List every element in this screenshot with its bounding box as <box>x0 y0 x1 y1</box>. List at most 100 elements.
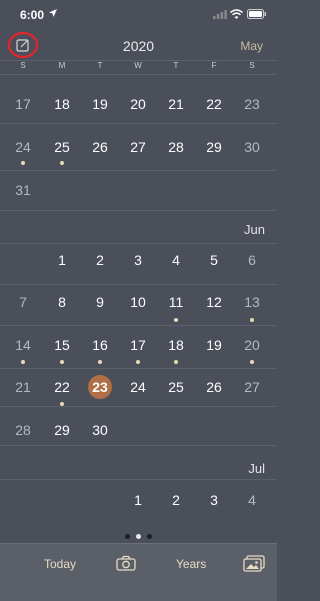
calendar-day[interactable]: 24 <box>123 379 153 395</box>
entry-dot <box>136 360 140 364</box>
divider <box>0 406 277 407</box>
month-label-june[interactable]: Jun <box>244 222 265 237</box>
calendar-day[interactable]: 27 <box>237 379 267 395</box>
entry-dot <box>250 360 254 364</box>
calendar-day[interactable]: 27 <box>123 139 153 155</box>
page-dot <box>147 534 152 539</box>
calendar-day[interactable]: 2 <box>161 492 191 508</box>
entry-dot <box>60 161 64 165</box>
weekday-label: T <box>173 61 179 70</box>
calendar-day[interactable]: 21 <box>8 379 38 395</box>
calendar-day[interactable]: 26 <box>85 139 115 155</box>
calendar-day[interactable]: 13 <box>237 294 267 310</box>
calendar-day[interactable]: 6 <box>237 252 267 268</box>
divider <box>0 243 277 244</box>
divider <box>0 284 277 285</box>
gallery-icon[interactable] <box>243 555 265 572</box>
calendar-day[interactable]: 7 <box>8 294 38 310</box>
calendar-day[interactable]: 25 <box>161 379 191 395</box>
divider <box>0 170 277 171</box>
calendar-day[interactable]: 17 <box>123 337 153 353</box>
divider <box>0 74 277 75</box>
calendar-day[interactable]: 12 <box>199 294 229 310</box>
month-link-may[interactable]: May <box>240 39 263 53</box>
entry-dot <box>60 402 64 406</box>
calendar-day[interactable]: 22 <box>199 96 229 112</box>
calendar-day[interactable]: 21 <box>161 96 191 112</box>
month-label-july[interactable]: Jul <box>248 461 265 476</box>
camera-icon[interactable] <box>116 555 136 571</box>
calendar-day[interactable]: 22 <box>47 379 77 395</box>
calendar-day[interactable]: 1 <box>123 492 153 508</box>
calendar-day[interactable]: 10 <box>123 294 153 310</box>
page-dot-active <box>136 534 141 539</box>
battery-icon <box>247 9 266 19</box>
calendar-day[interactable]: 26 <box>199 379 229 395</box>
calendar-day[interactable]: 31 <box>8 182 38 198</box>
divider <box>0 368 277 369</box>
weekday-label: F <box>211 61 217 70</box>
status-bar: 6:00 <box>0 0 277 30</box>
divider <box>0 479 277 480</box>
calendar-day[interactable]: 9 <box>85 294 115 310</box>
today-button[interactable]: Today <box>44 557 76 571</box>
calendar-day[interactable]: 15 <box>47 337 77 353</box>
weekday-label: S <box>249 61 255 70</box>
years-button[interactable]: Years <box>176 557 206 571</box>
entry-dot <box>174 360 178 364</box>
weekday-label: T <box>97 61 103 70</box>
divider <box>0 60 277 61</box>
calendar-day[interactable]: 17 <box>8 96 38 112</box>
calendar-day[interactable]: 3 <box>123 252 153 268</box>
calendar-day[interactable]: 19 <box>85 96 115 112</box>
weekday-header: S M T W T F S <box>0 61 277 73</box>
year-title: 2020 <box>122 38 155 54</box>
entry-dot <box>98 360 102 364</box>
calendar-day[interactable]: 24 <box>8 139 38 155</box>
calendar-day[interactable]: 2 <box>85 252 115 268</box>
calendar-day[interactable]: 30 <box>85 422 115 438</box>
weekday-label: W <box>134 61 142 70</box>
calendar-day[interactable]: 14 <box>8 337 38 353</box>
calendar-day[interactable]: 18 <box>47 96 77 112</box>
calendar-day[interactable]: 18 <box>161 337 191 353</box>
entry-dot <box>60 360 64 364</box>
page-indicator[interactable] <box>0 526 277 544</box>
calendar-day[interactable]: 20 <box>237 337 267 353</box>
signal-icon <box>213 10 227 19</box>
calendar-day[interactable]: 5 <box>199 252 229 268</box>
calendar-day[interactable]: 11 <box>161 294 191 310</box>
divider <box>0 325 277 326</box>
entry-dot <box>21 161 25 165</box>
calendar-day[interactable]: 4 <box>161 252 191 268</box>
calendar-day[interactable]: 29 <box>199 139 229 155</box>
location-arrow-icon <box>49 9 57 17</box>
calendar-day[interactable]: 28 <box>161 139 191 155</box>
calendar-day[interactable]: 8 <box>47 294 77 310</box>
calendar-day[interactable]: 4 <box>237 492 267 508</box>
entry-dot <box>174 318 178 322</box>
calendar-day[interactable]: 30 <box>237 139 267 155</box>
entry-dot <box>21 360 25 364</box>
calendar-day[interactable]: 25 <box>47 139 77 155</box>
calendar-day[interactable]: 19 <box>199 337 229 353</box>
divider <box>0 123 277 124</box>
calendar-day[interactable]: 1 <box>47 252 77 268</box>
calendar-day[interactable]: 16 <box>85 337 115 353</box>
weekday-label: M <box>58 61 66 70</box>
calendar-day[interactable]: 3 <box>199 492 229 508</box>
calendar-day[interactable]: 20 <box>123 96 153 112</box>
divider <box>0 210 277 211</box>
tab-bar: Today Years <box>0 543 277 601</box>
calendar-day-today[interactable]: 23 <box>85 379 115 395</box>
calendar-day[interactable]: 23 <box>237 96 267 112</box>
calendar-day[interactable]: 28 <box>8 422 38 438</box>
status-time: 6:00 <box>20 8 45 22</box>
weekday-label: S <box>20 61 26 70</box>
header: 2020 May <box>0 30 277 60</box>
wifi-icon <box>230 9 243 19</box>
calendar-day[interactable]: 29 <box>47 422 77 438</box>
entry-dot <box>250 318 254 322</box>
page-dot <box>125 534 130 539</box>
divider <box>0 445 277 446</box>
